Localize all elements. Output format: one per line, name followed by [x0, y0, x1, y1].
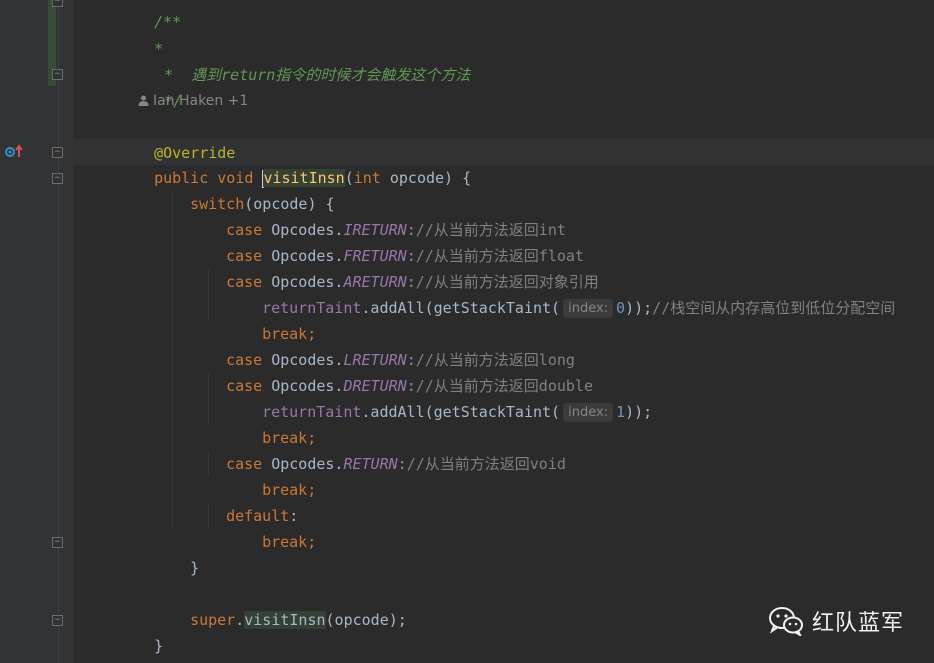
code-line: returnTaint.addAll(getStackTaint(index: 0…: [262, 299, 896, 318]
code-line: break;: [262, 429, 317, 447]
keyword: int: [353, 169, 381, 187]
code-line: }: [154, 637, 164, 655]
code-line: case Opcodes.DRETURN:://从当前方法返回double: [226, 377, 593, 395]
author-name: Ian Haken +1: [153, 93, 249, 109]
code-line: /**: [136, 0, 181, 31]
code-line: break;: [262, 533, 317, 551]
code-line: super.visitInsn(opcode);: [190, 611, 407, 629]
constant-field[interactable]: RETURN: [343, 455, 397, 473]
fold-icon[interactable]: −: [52, 615, 63, 626]
code-line: switch(opcode) {: [190, 195, 335, 213]
code-line: break;: [262, 325, 317, 343]
code-line: }: [190, 559, 200, 577]
parameter-hint: index:: [563, 299, 614, 318]
code-line: case Opcodes.IRETURN:://从当前方法返回int: [226, 221, 566, 239]
code-line: default:: [226, 507, 299, 525]
code-line: returnTaint.addAll(getStackTaint(index: 1…: [262, 403, 653, 422]
wechat-icon: [768, 607, 803, 636]
user-icon: [138, 95, 149, 106]
code-line-method-signature[interactable]: public void visitInsn(int opcode) {: [136, 139, 471, 188]
code-line: case Opcodes.ARETURN:://从当前方法返回对象引用: [226, 273, 599, 291]
code-line: case Opcodes.RETURN:://从当前方法返回void: [226, 455, 566, 473]
indent-guide: [172, 191, 173, 529]
watermark-text: 红队蓝军: [811, 611, 904, 636]
editor-gutter: [0, 0, 74, 663]
code-line: *: [136, 10, 163, 58]
code-line: */: [146, 62, 182, 110]
fold-icon[interactable]: −: [52, 537, 63, 548]
code-line: case Opcodes.FRETURN:://从当前方法返回float: [226, 247, 584, 265]
override-method-icon[interactable]: [4, 143, 24, 159]
gutter-separator: [58, 0, 59, 663]
fold-icon[interactable]: −: [52, 0, 63, 7]
fold-icon[interactable]: −: [52, 147, 63, 158]
code-author-hint[interactable]: Ian Haken +1: [138, 90, 248, 112]
method-call[interactable]: visitInsn: [244, 611, 326, 629]
code-line: @Override: [136, 114, 235, 162]
parameter-hint: index:: [563, 403, 614, 422]
code-line: * 遇到return指令的时候才会触发这个方法: [146, 36, 470, 84]
fold-icon[interactable]: −: [52, 69, 63, 80]
fold-icon[interactable]: −: [52, 173, 63, 184]
code-line: case Opcodes.LRETURN:://从当前方法返回long: [226, 351, 575, 369]
watermark: 红队蓝军: [768, 603, 904, 639]
comment-text: * 遇到return指令的时候才会触发这个方法: [164, 66, 471, 84]
code-line: break;: [262, 481, 317, 499]
